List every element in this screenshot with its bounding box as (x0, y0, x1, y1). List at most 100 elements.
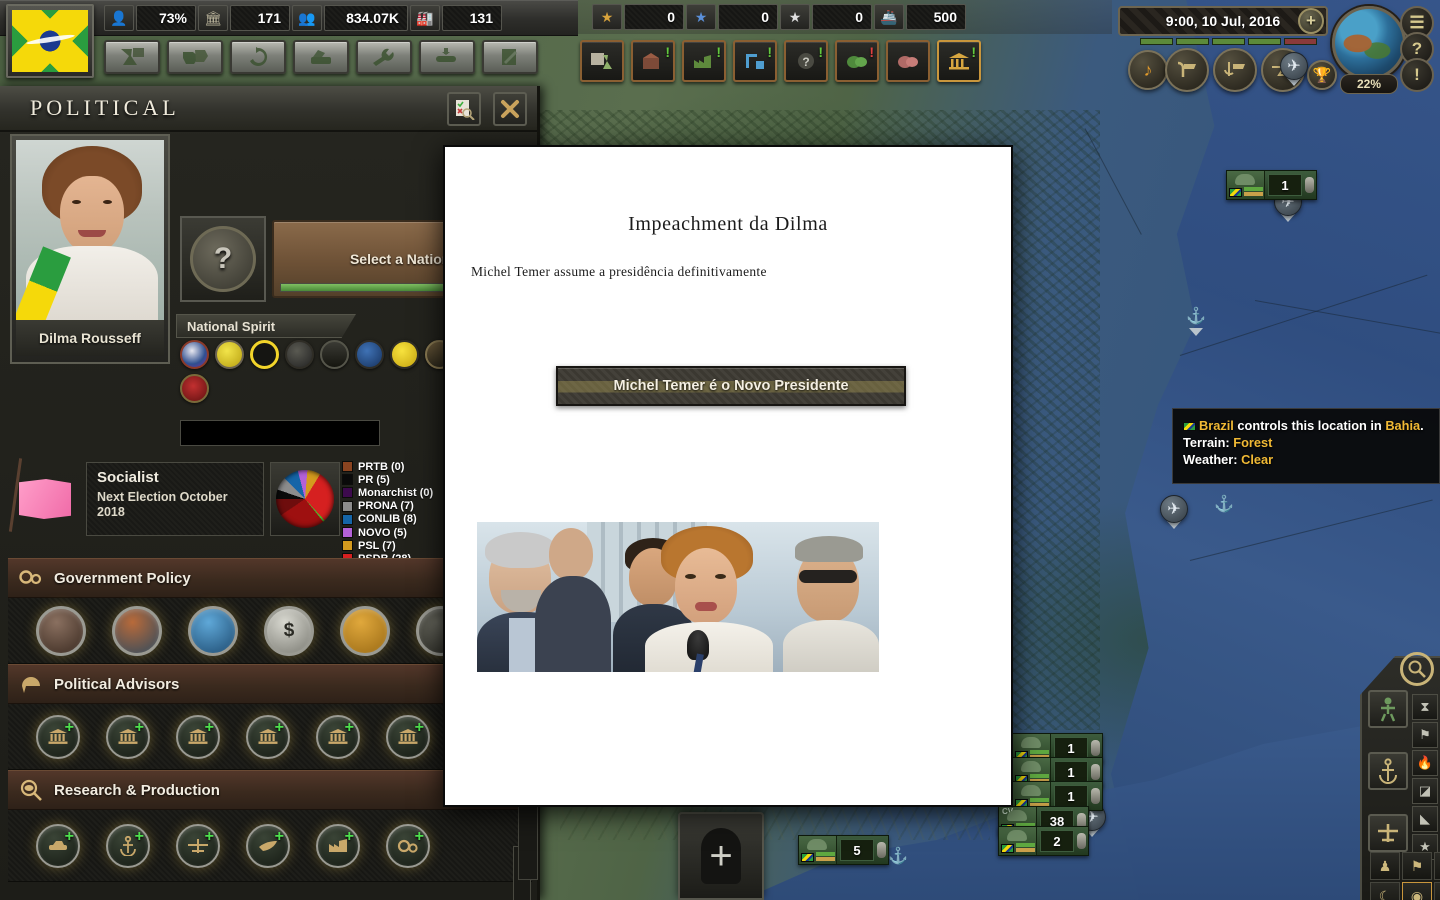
tab-construction[interactable] (293, 40, 349, 74)
air-base-icon[interactable]: ✈ (1280, 52, 1308, 80)
unit-counter-d[interactable]: 2 (998, 826, 1089, 856)
globe-minimap[interactable] (1332, 6, 1406, 80)
unit-handle[interactable] (1091, 740, 1100, 756)
army-experience-icon: ★ (592, 4, 622, 30)
manpower-value: 834.07K (324, 5, 408, 31)
tab-logistics[interactable] (356, 40, 412, 74)
advisor-slot-3[interactable]: + (176, 714, 220, 759)
advisor-slot-6[interactable]: + (386, 714, 430, 759)
tab-production[interactable] (230, 40, 286, 74)
naval-base-icon[interactable]: ⚓ (1210, 490, 1238, 518)
air-base-icon[interactable]: ✈ (1160, 495, 1188, 523)
research-slot-air[interactable]: + (176, 823, 220, 868)
party-list-item[interactable]: PR (5) (342, 473, 454, 486)
unit-handle[interactable] (1077, 833, 1086, 849)
music-player-button[interactable]: ♪ (1128, 50, 1168, 90)
alert-construction[interactable]: ! (631, 40, 675, 82)
research-slot-industry[interactable]: + (316, 823, 360, 868)
policy-empty-slot-icon[interactable] (340, 605, 390, 656)
exclamation-icon[interactable]: ! (1400, 58, 1434, 92)
speed-increase-button[interactable]: + (1298, 8, 1324, 34)
unit-handle[interactable] (1305, 177, 1314, 193)
event-option-button[interactable]: Michel Temer é o Novo Presidente (556, 366, 906, 406)
air-branch-button[interactable] (1368, 814, 1408, 852)
policy-money-icon[interactable]: $ (264, 605, 314, 656)
party-list-item[interactable]: Monarchist (0) (342, 486, 454, 499)
unit-count: 1 (1054, 737, 1088, 759)
advisor-slot-2[interactable]: + (106, 714, 150, 759)
alert-army[interactable]: ! (835, 40, 879, 82)
checklist-magnifier-icon[interactable] (447, 92, 481, 126)
spirit-bird-icon[interactable] (285, 340, 314, 369)
unit-counter-bahia[interactable]: 1 (1226, 170, 1317, 200)
party-list-item[interactable]: PRTB (0) (342, 460, 454, 473)
spirit-triangle-icon[interactable] (250, 340, 279, 369)
spirit-sword-scale-icon[interactable] (320, 340, 349, 369)
spirit-yellow-bird-icon[interactable] (390, 340, 419, 369)
spirit-blue-c-icon[interactable] (355, 340, 384, 369)
tool-flag-icon[interactable]: ⚑ (1412, 722, 1438, 748)
research-slot-engineering[interactable]: + (386, 823, 430, 868)
tab-research[interactable] (104, 40, 160, 74)
unit-insignia (799, 836, 837, 864)
alert-research[interactable] (580, 40, 624, 82)
party-list-item[interactable]: CONLIB (8) (342, 513, 454, 526)
tile-spy-icon[interactable]: ♟ (1370, 852, 1400, 880)
national-focus-slot[interactable]: ? (180, 216, 266, 302)
map-tooltip: Brazil controls this location in Bahia. … (1172, 408, 1440, 484)
advisor-slot-4[interactable]: + (246, 714, 290, 759)
navy-map-mode-button[interactable] (1213, 48, 1257, 92)
achievements-button[interactable]: 🏆 (1307, 60, 1337, 90)
unit-handle[interactable] (1091, 764, 1100, 780)
party-list-item[interactable]: NOVO (5) (342, 526, 454, 539)
navy-branch-button[interactable] (1368, 752, 1408, 790)
unit-counter-coast[interactable]: 5 (798, 835, 889, 865)
unit-handle[interactable] (877, 842, 886, 858)
research-slot-naval[interactable]: + (106, 823, 150, 868)
tool-attack-icon[interactable]: ◣ (1412, 806, 1438, 832)
election-pie-frame[interactable] (270, 462, 340, 536)
research-slot-rocket[interactable]: + (246, 823, 290, 868)
tile-weather-icon[interactable]: ☾ (1370, 882, 1400, 900)
advisor-slot-5[interactable]: + (316, 714, 360, 759)
leader-portrait-frame[interactable]: Dilma Rousseff (10, 134, 170, 364)
unit-strength-bars (816, 852, 835, 862)
tile-arrow-icon[interactable]: ➤ (1434, 852, 1440, 880)
tile-binoculars-icon[interactable]: ⚭ (1434, 882, 1440, 900)
tab-deployment[interactable] (419, 40, 475, 74)
army-branch-button[interactable] (1368, 690, 1408, 728)
spirit-globo-icon[interactable] (180, 340, 209, 369)
tile-eye-icon[interactable]: ◉ (1402, 882, 1432, 900)
unit-handle[interactable] (1091, 788, 1100, 804)
advisor-slot-1[interactable]: + (36, 714, 80, 759)
construct-unit-button[interactable]: + (678, 812, 764, 900)
party-list-item[interactable]: PRONA (7) (342, 500, 454, 513)
tooltip-country: Brazil (1199, 418, 1234, 433)
tile-flag-icon[interactable]: ⚑ (1402, 852, 1432, 880)
tool-supply-icon[interactable]: ◪ (1412, 778, 1438, 804)
alert-focus[interactable]: ? ! (784, 40, 828, 82)
zoom-level-indicator: 22% (1340, 74, 1398, 94)
policy-economy-icon[interactable] (188, 605, 238, 656)
alert-politics[interactable]: ! (937, 40, 981, 82)
alert-buildings[interactable]: ! (733, 40, 777, 82)
policy-conscription-icon[interactable] (36, 605, 86, 656)
game-date[interactable]: 9:00, 10 Jul, 2016 (1118, 6, 1328, 36)
alert-manpower[interactable] (886, 40, 930, 82)
tool-fire-icon[interactable]: 🔥 (1412, 750, 1438, 776)
plus-label: + (709, 834, 733, 878)
party-list-item[interactable]: PSL (7) (342, 539, 454, 552)
magnifier-icon[interactable] (1400, 652, 1434, 686)
political-power-icon: 👤 (104, 5, 134, 31)
tool-hourglass-icon[interactable]: ⧗ (1412, 694, 1438, 720)
alert-production[interactable]: ! (682, 40, 726, 82)
close-x-icon[interactable] (493, 92, 527, 126)
army-map-mode-button[interactable] (1165, 48, 1209, 92)
naval-base-icon[interactable]: ⚓ (1182, 302, 1210, 330)
tab-decisions[interactable] (482, 40, 538, 74)
spirit-yellow-icon[interactable] (215, 340, 244, 369)
research-slot-land[interactable]: + (36, 823, 80, 868)
section-title: Research & Production (54, 781, 220, 799)
tab-trade[interactable] (167, 40, 223, 74)
policy-trade-icon[interactable] (112, 605, 162, 656)
